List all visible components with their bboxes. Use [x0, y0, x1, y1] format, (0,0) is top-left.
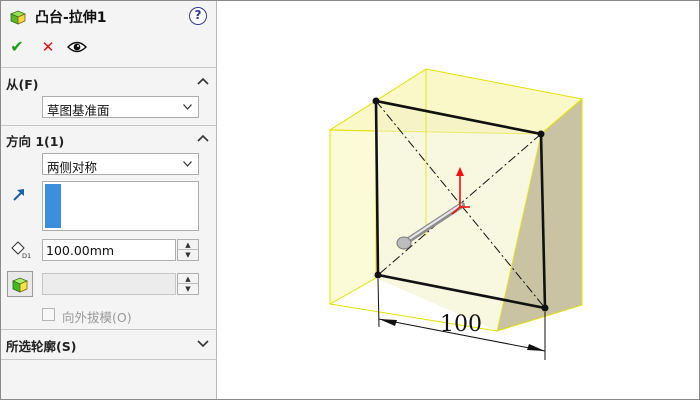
start-condition-value: 草图基准面 [47, 103, 110, 118]
dimension-extension-line [377, 278, 380, 328]
dimension-arrow-icon [379, 319, 397, 326]
direction1-group-label: 方向 1(1) [6, 134, 65, 149]
end-condition-select[interactable]: 两侧对称 [42, 153, 199, 175]
chevron-up-icon[interactable] [197, 76, 209, 86]
end-condition-value: 两侧对称 [47, 160, 98, 175]
step-down-icon: ▼ [185, 285, 191, 293]
reverse-direction-icon[interactable] [11, 187, 27, 203]
selected-contours-label: 所选轮廓(S) [6, 339, 77, 354]
depth-stepper[interactable]: ▲ ▼ [177, 239, 199, 261]
sketch-point[interactable] [372, 97, 380, 105]
chevron-down-icon[interactable] [197, 338, 209, 348]
graphics-viewport[interactable]: 100 [218, 1, 699, 399]
eye-icon [67, 41, 87, 53]
preview-button[interactable] [67, 37, 87, 57]
selected-contours-group-header[interactable]: 所选轮廓(S) [1, 333, 217, 355]
separator [1, 329, 217, 330]
sketch-point[interactable] [537, 130, 545, 138]
action-toolbar: ✔ ✕ [1, 35, 217, 61]
step-up-icon: ▲ [178, 274, 198, 284]
chevron-down-icon [183, 161, 192, 167]
from-group-header[interactable]: 从(F) [1, 71, 217, 93]
depth-input[interactable]: 100.00mm [42, 239, 176, 261]
direction1-group-header[interactable]: 方向 1(1) [1, 128, 217, 150]
draft-outward-checkbox[interactable] [42, 308, 55, 321]
draft-angle-stepper: ▲ ▼ [177, 273, 199, 295]
drag-handle-knob[interactable] [396, 236, 412, 250]
ok-button[interactable]: ✔ [7, 37, 27, 57]
step-down-icon[interactable]: ▼ [178, 250, 198, 260]
cancel-button[interactable]: ✕ [38, 37, 58, 57]
chevron-up-icon[interactable] [197, 133, 209, 143]
boss-extrude-icon [9, 10, 27, 25]
from-group-label: 从(F) [6, 77, 39, 92]
separator [1, 67, 217, 68]
sketch-point[interactable] [374, 271, 382, 279]
dimension-label[interactable]: 100 [440, 312, 482, 337]
sketch-point[interactable] [541, 304, 549, 312]
direction-reference-list[interactable] [42, 181, 199, 231]
property-manager-panel: 凸台-拉伸1 ? ✔ ✕ 从(F) 草图基准面 方向 1(1) 两侧对称 D1 … [1, 1, 217, 399]
chevron-down-icon [183, 104, 192, 110]
draft-outward-label: 向外拔模(O) [62, 310, 132, 325]
feature-title-row: 凸台-拉伸1 ? [1, 1, 217, 33]
draft-toggle-button[interactable] [7, 271, 33, 297]
depth-dimension-icon: D1 [11, 241, 31, 259]
feature-title: 凸台-拉伸1 [35, 10, 107, 26]
step-up-icon[interactable]: ▲ [178, 240, 198, 250]
preview-left-face [329, 129, 377, 305]
draft-cube-icon [11, 277, 29, 293]
svg-text:D1: D1 [22, 252, 31, 259]
selection-indicator [45, 184, 61, 228]
dimension-arrow-icon [527, 344, 545, 351]
separator [1, 359, 217, 360]
depth-value: 100.00mm [46, 243, 115, 258]
draft-angle-input [42, 273, 176, 295]
help-button[interactable]: ? [189, 7, 207, 25]
extrude-preview-scene: 100 [328, 68, 584, 360]
separator [1, 125, 217, 126]
start-condition-select[interactable]: 草图基准面 [42, 96, 199, 118]
